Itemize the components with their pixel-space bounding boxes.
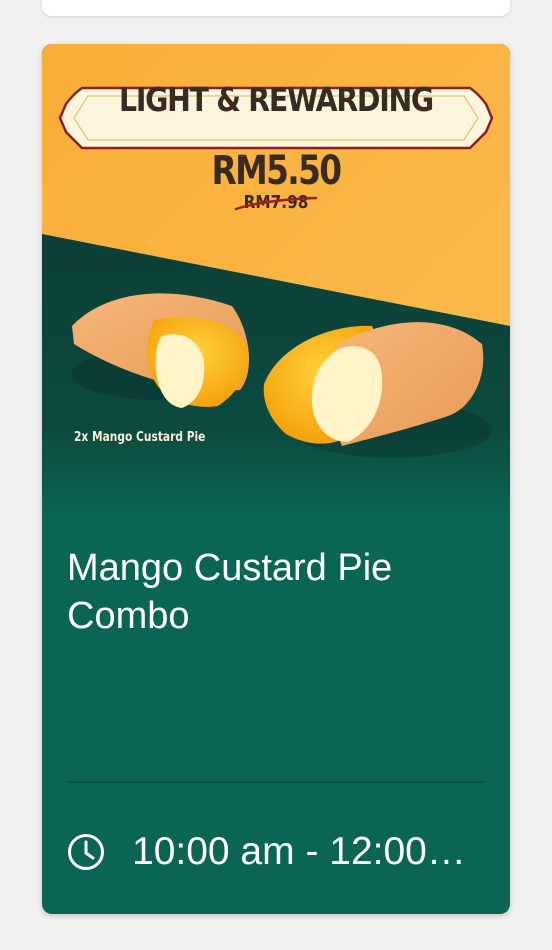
promo-banner-label: LIGHT & REWARDING <box>119 80 434 119</box>
offer-hours-text: 10:00 am - 12:00… <box>132 830 466 873</box>
promo-item-caption: 2x Mango Custard Pie <box>74 430 206 445</box>
card-divider <box>67 781 485 783</box>
promo-image: LIGHT & REWARDING RM5.50 RM7.98 2x Mango… <box>42 44 510 514</box>
pie-left <box>72 293 250 408</box>
offer-card[interactable]: LIGHT & REWARDING RM5.50 RM7.98 2x Mango… <box>42 44 510 914</box>
clock-icon <box>68 834 104 870</box>
promo-price: RM5.50 <box>211 148 343 194</box>
previous-offer-card-edge[interactable] <box>42 0 510 16</box>
offer-hours: 10:00 am - 12:00… <box>67 828 487 876</box>
promo-old-price: RM7.98 <box>243 192 309 213</box>
offer-title: Mango Custard Pie Combo <box>67 547 393 637</box>
